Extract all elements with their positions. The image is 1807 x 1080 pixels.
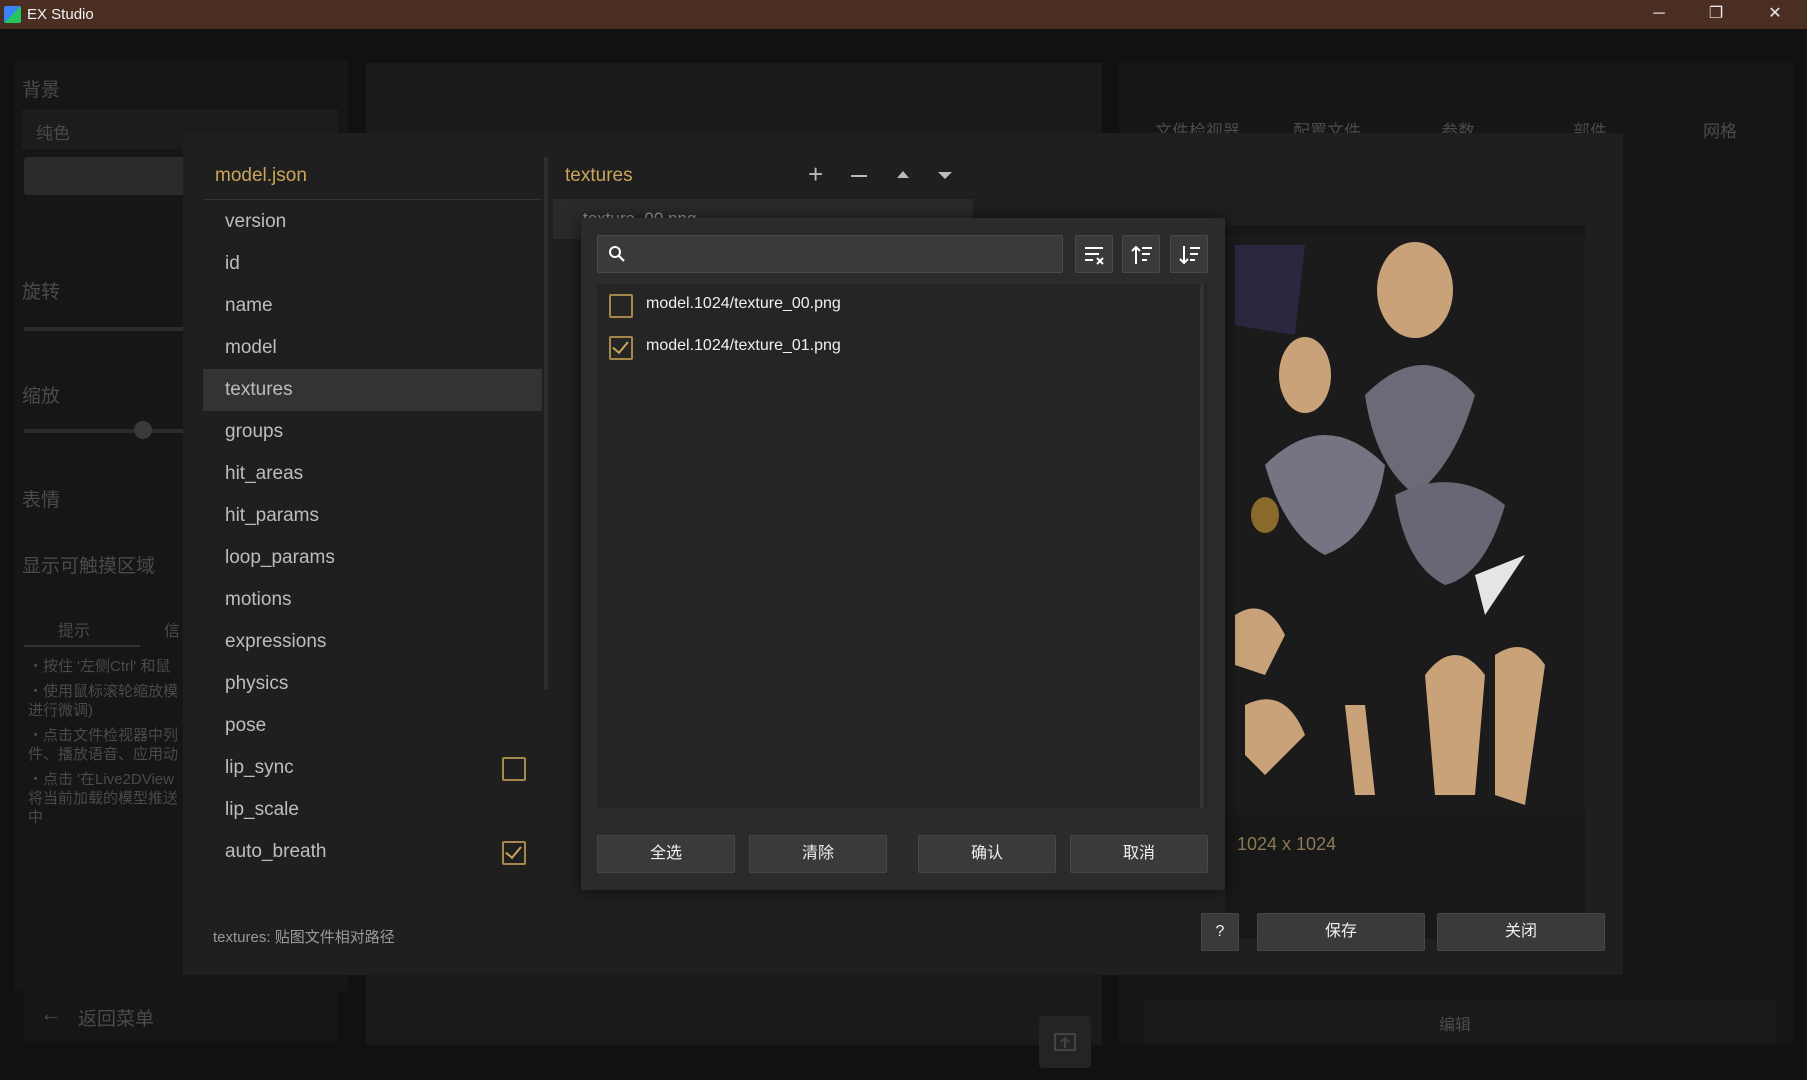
background-label: 背景: [22, 80, 61, 101]
move-down-icon[interactable]: [938, 172, 952, 179]
rotate-label: 旋转: [22, 282, 61, 303]
background-select-value: 纯色: [36, 124, 70, 143]
texture-size-label: 1024 x 1024: [1237, 834, 1337, 854]
file-list: model.1024/texture_00.png model.1024/tex…: [597, 284, 1207, 808]
tip-line: ・点击文件检视器中列: [28, 727, 179, 744]
hit-area-label: 显示可触摸区域: [22, 556, 156, 577]
tip-line: 进行微调): [28, 702, 93, 719]
tip-line: ・按住 '左侧Ctrl' 和鼠: [28, 658, 171, 675]
confirm-button[interactable]: 确认: [918, 835, 1056, 873]
clear-button[interactable]: 清除: [749, 835, 887, 873]
key-item-auto-breath[interactable]: auto_breath: [203, 831, 542, 873]
cancel-button[interactable]: 取消: [1070, 835, 1208, 873]
save-button[interactable]: 保存: [1257, 913, 1425, 951]
tip-line: ・使用鼠标滚轮缩放模: [28, 683, 179, 700]
export-button[interactable]: [1039, 1016, 1091, 1068]
key-item-pose[interactable]: pose: [203, 705, 542, 747]
remove-icon[interactable]: [851, 175, 867, 177]
edit-label: 编辑: [1439, 1017, 1472, 1034]
app-icon: [4, 6, 21, 23]
search-icon: [609, 246, 625, 262]
key-item-expressions[interactable]: expressions: [203, 621, 542, 663]
clear-filter-icon: [1085, 247, 1104, 265]
key-item-lip-scale[interactable]: lip_scale: [203, 789, 542, 831]
rotate-slider[interactable]: [24, 327, 194, 331]
close-window-button[interactable]: ✕: [1746, 0, 1804, 29]
search-input[interactable]: [634, 241, 1054, 267]
key-item-physics[interactable]: physics: [203, 663, 542, 705]
tab-tips[interactable]: 提示: [58, 617, 90, 641]
color-button[interactable]: [24, 157, 194, 195]
scale-slider-handle[interactable]: [134, 421, 152, 439]
close-button[interactable]: 关闭: [1437, 913, 1605, 951]
back-to-menu-label: 返回菜单: [78, 1009, 155, 1030]
tip-line: 中: [28, 809, 44, 826]
lip-sync-checkbox[interactable]: [502, 757, 526, 781]
tab-info[interactable]: 信: [164, 617, 180, 641]
expression-label: 表情: [22, 490, 61, 511]
key-item-motions[interactable]: motions: [203, 579, 542, 621]
help-button[interactable]: ?: [1201, 913, 1239, 951]
key-item-name[interactable]: name: [203, 285, 542, 327]
file-checkbox[interactable]: [609, 294, 633, 318]
export-icon: [1054, 1033, 1076, 1051]
tip-line: ・点击 '在Live2DView: [28, 771, 174, 788]
tab-mesh[interactable]: 网格: [1703, 117, 1737, 142]
restore-button[interactable]: ❐: [1687, 0, 1745, 29]
clear-filter-button[interactable]: [1075, 235, 1113, 273]
texture-preview-image: [1225, 235, 1585, 815]
file-title: model.json: [215, 165, 307, 186]
scale-label: 缩放: [22, 386, 61, 407]
key-item-loop-params[interactable]: loop_params: [203, 537, 542, 579]
key-item-hit-areas[interactable]: hit_areas: [203, 453, 542, 495]
sort-descending-button[interactable]: [1170, 235, 1208, 273]
move-up-icon[interactable]: [897, 171, 909, 178]
file-name: model.1024/texture_01.png: [646, 337, 841, 354]
divider: [203, 199, 542, 200]
auto-breath-checkbox[interactable]: [502, 841, 526, 865]
tab-indicator: [24, 645, 140, 647]
sort-ascending-icon: [1131, 245, 1152, 264]
sort-descending-icon: [1179, 246, 1200, 265]
file-list-scrollbar[interactable]: [1200, 284, 1204, 808]
key-item-textures[interactable]: textures: [203, 369, 542, 411]
back-to-menu-button[interactable]: ← 返回菜单: [24, 989, 338, 1041]
checkmark-icon: [505, 841, 522, 860]
status-text: textures: 贴图文件相对路径: [213, 929, 395, 946]
checkmark-icon: [612, 336, 629, 355]
texture-picker-dialog: model.1024/texture_00.png model.1024/tex…: [581, 218, 1225, 890]
key-item-groups[interactable]: groups: [203, 411, 542, 453]
textures-header: textures: [565, 165, 633, 186]
edit-button[interactable]: 编辑: [1143, 1000, 1775, 1042]
key-list-scrollbar[interactable]: [544, 157, 548, 689]
list-item[interactable]: model.1024/texture_01.png: [597, 326, 1197, 368]
key-item-version[interactable]: version: [203, 201, 542, 243]
add-icon[interactable]: +: [808, 159, 823, 190]
key-item-id[interactable]: id: [203, 243, 542, 285]
file-name: model.1024/texture_00.png: [646, 295, 841, 312]
key-item-lip-sync[interactable]: lip_sync: [203, 747, 542, 789]
tip-line: 将当前加载的模型推送: [28, 790, 179, 807]
sort-ascending-button[interactable]: [1122, 235, 1160, 273]
tips-list: ・按住 '左侧Ctrl' 和鼠 ・使用鼠标滚轮缩放模 进行微调) ・点击文件检视…: [28, 657, 193, 827]
title-bar: EX Studio ─ ❐ ✕: [0, 0, 1807, 29]
back-arrow-icon: ←: [40, 1001, 62, 1026]
key-item-model[interactable]: model: [203, 327, 542, 369]
select-all-button[interactable]: 全选: [597, 835, 735, 873]
list-item[interactable]: model.1024/texture_00.png: [597, 284, 1197, 326]
window-title: EX Studio: [27, 6, 94, 23]
search-box[interactable]: [597, 235, 1063, 273]
file-checkbox[interactable]: [609, 336, 633, 360]
key-item-hit-params[interactable]: hit_params: [203, 495, 542, 537]
tip-line: 件、播放语音、应用动: [28, 746, 179, 763]
minimize-button[interactable]: ─: [1630, 0, 1688, 29]
scale-slider[interactable]: [24, 421, 194, 439]
